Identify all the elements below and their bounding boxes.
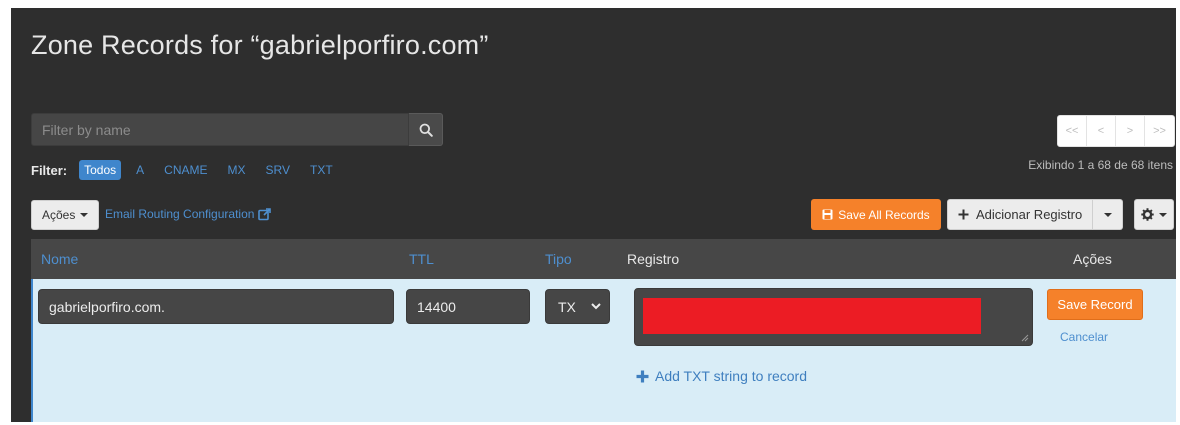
plus-icon — [958, 209, 969, 220]
add-txt-string-label: Add TXT string to record — [655, 368, 807, 384]
save-record-button[interactable]: Save Record — [1047, 289, 1143, 320]
email-routing-label: Email Routing Configuration — [105, 207, 255, 221]
ttl-field-value: 14400 — [417, 298, 456, 315]
cancel-link[interactable]: Cancelar — [1060, 330, 1108, 344]
pagination-prev-button[interactable]: < — [1087, 116, 1116, 146]
pagination-first-button[interactable]: << — [1058, 116, 1087, 146]
type-select[interactable]: TX — [545, 289, 610, 324]
filter-label: Filter: — [31, 162, 68, 178]
add-record-group: Adicionar Registro — [947, 199, 1124, 230]
column-header-ttl[interactable]: TTL — [409, 251, 434, 267]
caret-down-icon — [1159, 212, 1167, 217]
column-header-acoes: Ações — [1073, 251, 1112, 267]
search-icon — [419, 123, 433, 137]
column-header-nome[interactable]: Nome — [41, 251, 78, 267]
name-field[interactable]: gabrielporfiro.com. — [38, 289, 394, 324]
floppy-disk-icon — [822, 209, 833, 220]
search-input[interactable] — [31, 113, 409, 146]
filter-option-todos[interactable]: Todos — [79, 160, 122, 180]
settings-dropdown-button[interactable] — [1134, 199, 1174, 230]
type-select-value: TX — [558, 298, 576, 315]
column-header-registro: Registro — [627, 251, 680, 267]
filter-option-txt[interactable]: TXT — [305, 160, 338, 180]
add-record-button[interactable]: Adicionar Registro — [947, 199, 1094, 230]
records-table-header: Nome TTL Tipo Registro Ações — [31, 239, 1176, 279]
pagination: << < > >> — [1057, 115, 1175, 147]
redaction-block — [643, 298, 981, 334]
acoes-label: Ações — [42, 208, 76, 222]
filter-option-mx[interactable]: MX — [223, 160, 251, 180]
filter-option-srv[interactable]: SRV — [261, 160, 295, 180]
record-value-textarea[interactable] — [634, 288, 1033, 346]
save-all-records-label: Save All Records — [838, 207, 930, 222]
add-txt-string-link[interactable]: Add TXT string to record — [636, 368, 807, 384]
name-field-value: gabrielporfiro.com. — [49, 298, 165, 315]
search-button[interactable] — [409, 113, 443, 146]
plus-icon — [636, 370, 649, 382]
add-record-label: Adicionar Registro — [976, 207, 1083, 222]
pagination-last-button[interactable]: >> — [1145, 116, 1174, 146]
filter-bar: Filter: Todos A CNAME MX SRV TXT — [31, 160, 344, 180]
page-title: Zone Records for “gabrielporfiro.com” — [31, 30, 489, 60]
caret-down-icon — [1103, 212, 1112, 217]
table-row: gabrielporfiro.com. 14400 TX Add TXT str… — [31, 279, 1176, 422]
add-record-dropdown-button[interactable] — [1093, 199, 1124, 230]
search-bar — [31, 113, 443, 146]
column-header-tipo[interactable]: Tipo — [545, 251, 572, 267]
pagination-next-button[interactable]: > — [1116, 116, 1145, 146]
caret-down-icon — [80, 213, 89, 217]
resize-handle-icon[interactable] — [1021, 334, 1029, 342]
chevron-down-icon — [591, 303, 601, 310]
filter-option-a[interactable]: A — [131, 160, 149, 180]
external-link-icon — [258, 207, 272, 220]
acoes-dropdown-button[interactable]: Ações — [31, 200, 100, 230]
save-all-records-button[interactable]: Save All Records — [811, 199, 941, 230]
ttl-field[interactable]: 14400 — [406, 289, 530, 324]
gear-icon — [1141, 208, 1154, 221]
email-routing-link[interactable]: Email Routing Configuration — [105, 207, 272, 221]
filter-option-cname[interactable]: CNAME — [159, 160, 212, 180]
pagination-info: Exibindo 1 a 68 de 68 itens — [1028, 158, 1173, 172]
zone-records-panel: Zone Records for “gabrielporfiro.com” Fi… — [11, 8, 1176, 422]
